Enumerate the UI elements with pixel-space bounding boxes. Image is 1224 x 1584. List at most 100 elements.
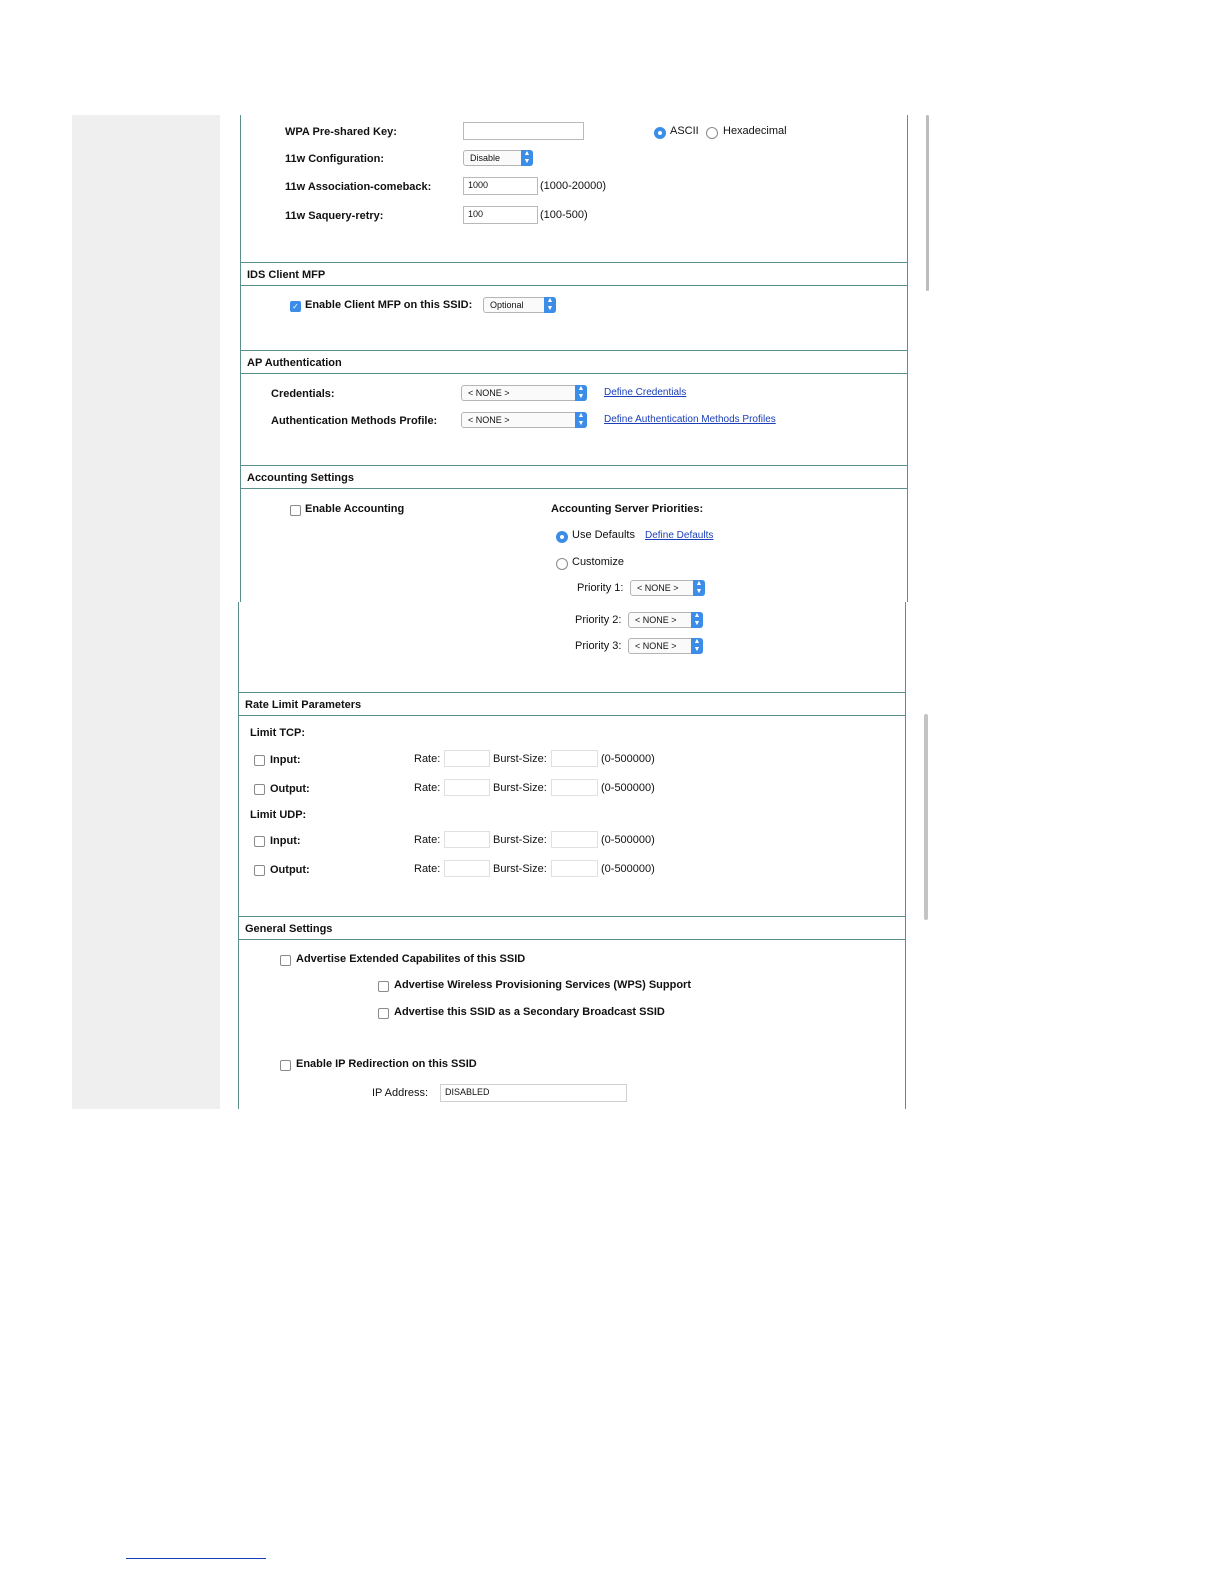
enable-client-mfp-checkbox[interactable]: ✓ (290, 301, 301, 312)
priority-1-label: Priority 1: (577, 582, 624, 594)
auth-methods-value: < NONE > (468, 415, 510, 425)
define-defaults-link[interactable]: Define Defaults (645, 530, 713, 541)
advertise-extended-checkbox[interactable] (280, 955, 291, 966)
udp-output-range: (0-500000) (601, 863, 655, 875)
tcp-input-burst-field[interactable] (551, 750, 598, 767)
footnote-divider (126, 1558, 266, 1559)
priority-1-value: < NONE > (637, 583, 679, 593)
assoc-comeback-input[interactable]: 1000 (463, 177, 538, 195)
accounting-settings-header: Accounting Settings (241, 465, 907, 489)
priority-2-label: Priority 2: (575, 614, 622, 626)
udp-output-burst-field[interactable] (551, 860, 598, 877)
udp-output-rate-label: Rate: (414, 863, 441, 875)
advertise-wps-checkbox[interactable] (378, 981, 389, 992)
chevron-updown-icon: ▲ ▼ (693, 580, 705, 596)
ip-redirection-label: Enable IP Redirection on this SSID (296, 1058, 477, 1070)
tcp-output-rate-label: Rate: (414, 782, 441, 794)
psk-label: WPA Pre-shared Key: (285, 126, 397, 138)
priority-1-select[interactable]: < NONE > ▲ ▼ (630, 580, 705, 596)
saquery-retry-input[interactable]: 100 (463, 206, 538, 224)
chevron-updown-icon: ▲ ▼ (521, 150, 533, 166)
tcp-input-range: (0-500000) (601, 753, 655, 765)
use-defaults-radio[interactable] (556, 531, 568, 543)
use-defaults-label: Use Defaults (572, 529, 635, 541)
define-credentials-link[interactable]: Define Credentials (604, 387, 686, 398)
udp-input-rate-field[interactable] (444, 831, 490, 848)
auth-methods-label: Authentication Methods Profile: (271, 415, 438, 427)
tcp-input-rate-label: Rate: (414, 753, 441, 765)
priority-2-value: < NONE > (635, 615, 677, 625)
priority-2-select[interactable]: < NONE > ▲ ▼ (628, 612, 703, 628)
assoc-comeback-range: (1000-20000) (540, 180, 607, 192)
tcp-output-burst-label: Burst-Size: (493, 782, 547, 794)
advertise-secondary-label: Advertise this SSID as a Secondary Broad… (394, 1006, 665, 1018)
tcp-input-label: Input: (270, 754, 301, 766)
udp-output-checkbox[interactable] (254, 865, 265, 876)
priority-3-select[interactable]: < NONE > ▲ ▼ (628, 638, 703, 654)
tcp-output-burst-field[interactable] (551, 779, 598, 796)
hexadecimal-label: Hexadecimal (723, 125, 787, 137)
scrollbar-thumb-bottom[interactable] (924, 714, 928, 920)
chevron-updown-icon: ▲ ▼ (575, 412, 587, 428)
psk-input[interactable] (463, 122, 584, 140)
tcp-input-rate-field[interactable] (444, 750, 490, 767)
advertise-wps-label: Advertise Wireless Provisioning Services… (394, 979, 691, 991)
saquery-retry-range: (100-500) (540, 209, 588, 221)
tcp-output-range: (0-500000) (601, 782, 655, 794)
assoc-comeback-label: 11w Association-comeback: (285, 181, 432, 193)
rate-limit-header: Rate Limit Parameters (239, 692, 905, 716)
tcp-input-checkbox[interactable] (254, 755, 265, 766)
define-auth-methods-link[interactable]: Define Authentication Methods Profiles (604, 414, 776, 425)
general-settings-header: General Settings (239, 916, 905, 940)
hexadecimal-radio[interactable] (706, 127, 718, 139)
ap-authentication-header: AP Authentication (241, 350, 907, 374)
11w-config-select[interactable]: Disable ▲ ▼ (463, 150, 533, 166)
11w-config-value: Disable (470, 153, 501, 163)
customize-label: Customize (572, 556, 624, 568)
udp-input-checkbox[interactable] (254, 836, 265, 847)
udp-input-range: (0-500000) (601, 834, 655, 846)
ascii-radio[interactable] (654, 127, 666, 139)
chevron-updown-icon: ▲ ▼ (544, 297, 556, 313)
tcp-input-burst-label: Burst-Size: (493, 753, 547, 765)
udp-output-rate-field[interactable] (444, 860, 490, 877)
chevron-updown-icon: ▲ ▼ (691, 612, 703, 628)
enable-accounting-label: Enable Accounting (305, 503, 405, 515)
auth-methods-select[interactable]: < NONE > ▲ ▼ (461, 412, 587, 428)
ip-address-field[interactable]: DISABLED (440, 1084, 627, 1102)
tcp-output-rate-field[interactable] (444, 779, 490, 796)
ascii-label: ASCII (670, 125, 699, 137)
ids-client-mfp-header: IDS Client MFP (241, 262, 907, 286)
tcp-output-label: Output: (270, 783, 310, 795)
udp-input-burst-field[interactable] (551, 831, 598, 848)
credentials-value: < NONE > (468, 388, 510, 398)
accounting-priorities-label: Accounting Server Priorities: (551, 503, 704, 515)
client-mfp-value: Optional (490, 300, 524, 310)
udp-output-burst-label: Burst-Size: (493, 863, 547, 875)
client-mfp-select[interactable]: Optional ▲ ▼ (483, 297, 556, 313)
priority-3-label: Priority 3: (575, 640, 622, 652)
credentials-select[interactable]: < NONE > ▲ ▼ (461, 385, 587, 401)
chevron-updown-icon: ▲ ▼ (575, 385, 587, 401)
11w-config-label: 11w Configuration: (285, 153, 384, 165)
ip-address-label: IP Address: (372, 1087, 429, 1099)
enable-accounting-checkbox[interactable] (290, 505, 301, 516)
chevron-updown-icon: ▲ ▼ (691, 638, 703, 654)
limit-udp-label: Limit UDP: (250, 809, 307, 821)
udp-input-label: Input: (270, 835, 301, 847)
advertise-extended-label: Advertise Extended Capabilites of this S… (296, 953, 526, 965)
left-sidebar (72, 115, 220, 1109)
scrollbar-thumb-top[interactable] (926, 115, 929, 291)
limit-tcp-label: Limit TCP: (250, 727, 305, 739)
priority-3-value: < NONE > (635, 641, 677, 651)
tcp-output-checkbox[interactable] (254, 784, 265, 795)
ip-redirection-checkbox[interactable] (280, 1060, 291, 1071)
saquery-retry-label: 11w Saquery-retry: (285, 210, 384, 222)
settings-panel-top: WPA Pre-shared Key: ASCII Hexadecimal 11… (240, 115, 908, 602)
udp-output-label: Output: (270, 864, 310, 876)
advertise-secondary-checkbox[interactable] (378, 1008, 389, 1019)
udp-input-rate-label: Rate: (414, 834, 441, 846)
credentials-label: Credentials: (271, 388, 335, 400)
customize-radio[interactable] (556, 558, 568, 570)
udp-input-burst-label: Burst-Size: (493, 834, 547, 846)
